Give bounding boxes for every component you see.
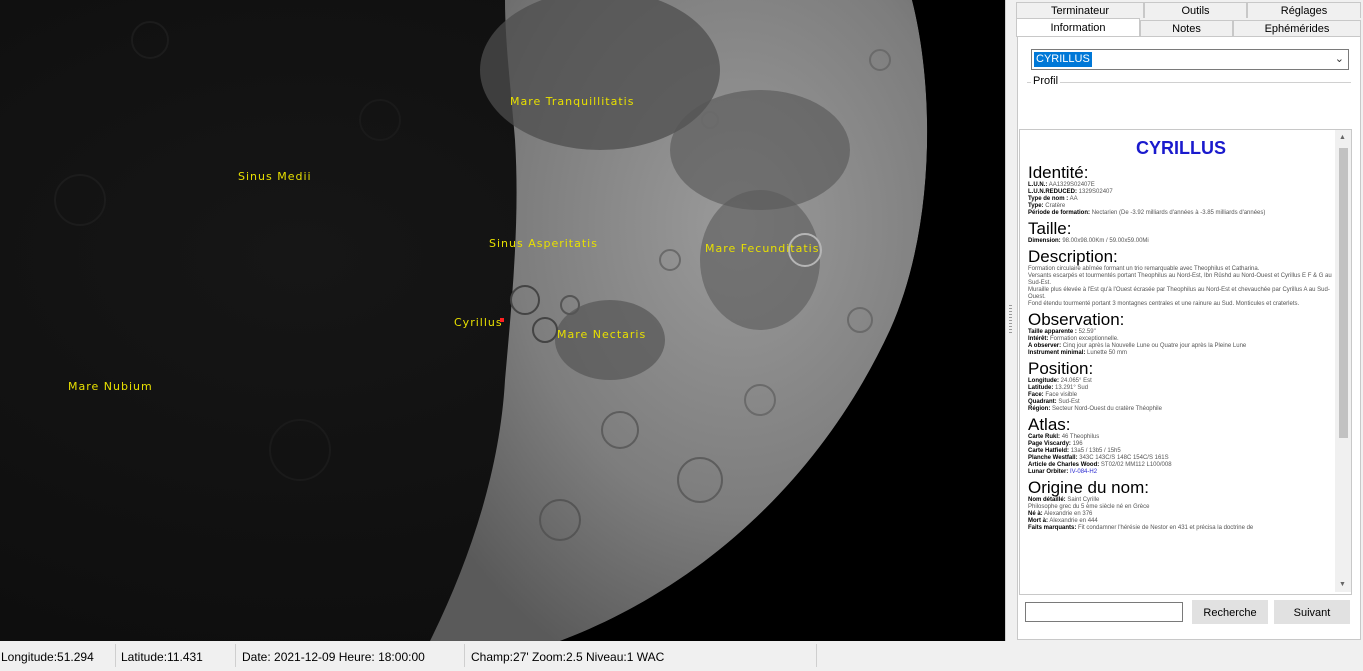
- search-input[interactable]: [1025, 602, 1183, 622]
- row-instrument: Instrument minimal: Lunette 50 mm: [1028, 350, 1128, 356]
- description-line-1: Formation circulaire abîmée formant un t…: [1028, 266, 1260, 272]
- description-line-4: Fond étendu tourmenté portant 3 montagne…: [1028, 301, 1300, 307]
- info-panel: Terminateur Outils Réglages Information …: [1015, 0, 1363, 641]
- row-lun-reduced: L.U.N.REDUCED: 1329S02407: [1028, 189, 1113, 195]
- info-scrollbar[interactable]: ▲ ▼: [1335, 130, 1351, 592]
- row-mort-a: Mort à: Alexandrie en 444: [1028, 518, 1098, 524]
- splitter-grip[interactable]: [1009, 305, 1012, 335]
- row-region: Région: Secteur Nord-Ouest du cratère Th…: [1028, 406, 1162, 412]
- formation-select-value: CYRILLUS: [1033, 51, 1093, 68]
- profil-group: Profil: [1027, 75, 1351, 129]
- row-page-viscardy: Page Viscardy: 196: [1028, 441, 1083, 447]
- selected-crater-marker: [500, 318, 504, 322]
- label-mare-nubium[interactable]: Mare Nubium: [68, 380, 153, 393]
- row-ne-a: Né à: Alexandrie en 376: [1028, 511, 1093, 517]
- row-carte-hatfield: Carte Hatfield: 13a5 / 13b5 / 15h5: [1028, 448, 1121, 454]
- row-planche-westfall: Planche Westfall: 343C 143C/S 148C 154C/…: [1028, 455, 1169, 461]
- scrollbar-thumb[interactable]: [1339, 148, 1348, 438]
- description-line-3: Muraille plus élevée à l'Est qu'à l'Oues…: [1028, 287, 1330, 300]
- status-datetime: Date: 2021-12-09 Heure: 18:00:00: [241, 644, 465, 667]
- profil-label: Profil: [1031, 75, 1061, 87]
- row-interet: Intérêt: Formation exceptionnelle.: [1028, 336, 1119, 342]
- row-quadrant: Quadrant: Sud-Est: [1028, 399, 1080, 405]
- scroll-up-icon[interactable]: ▲: [1339, 134, 1346, 141]
- label-mare-tranquillitatis[interactable]: Mare Tranquillitatis: [510, 95, 634, 108]
- tab-reglages[interactable]: Réglages: [1247, 2, 1361, 18]
- row-faits-marquants: Faits marquants: Fit condamner l'hérésie…: [1028, 525, 1254, 531]
- formation-info-view[interactable]: CYRILLUS Identité: L.U.N.: AA1329S02407E…: [1019, 129, 1352, 595]
- label-cyrillus[interactable]: Cyrillus: [454, 316, 503, 329]
- heading-description: Description:: [1028, 247, 1118, 266]
- row-face: Face: Face visible: [1028, 392, 1078, 398]
- label-sinus-asperitatis[interactable]: Sinus Asperitatis: [489, 237, 598, 250]
- scroll-down-icon[interactable]: ▼: [1339, 581, 1346, 588]
- row-charles-wood: Article de Charles Wood: ST02/02 MM112 L…: [1028, 462, 1172, 468]
- heading-identite: Identité:: [1028, 163, 1089, 182]
- heading-taille: Taille:: [1028, 219, 1072, 238]
- row-taille-apparente: Taille apparente : 52.59": [1028, 329, 1096, 335]
- heading-atlas: Atlas:: [1028, 415, 1071, 434]
- chevron-down-icon[interactable]: ⌄: [1335, 52, 1344, 65]
- tab-ephemerides[interactable]: Ephémérides: [1233, 20, 1361, 36]
- status-longitude: Longitude:51.294: [0, 644, 116, 667]
- next-button[interactable]: Suivant: [1274, 600, 1350, 624]
- tab-outils[interactable]: Outils: [1144, 2, 1247, 18]
- label-sinus-medii[interactable]: Sinus Medii: [238, 170, 312, 183]
- row-latitude: Latitude: 13.291° Sud: [1028, 385, 1089, 391]
- heading-origine: Origine du nom:: [1028, 478, 1149, 497]
- status-view: Champ:27' Zoom:2.5 Niveau:1 WAC: [470, 644, 817, 667]
- lunar-orbiter-link[interactable]: IV-084-H2: [1070, 469, 1097, 475]
- row-periode: Période de formation: Nectarien (De -3.9…: [1028, 210, 1266, 216]
- tab-information[interactable]: Information: [1016, 18, 1140, 37]
- label-mare-fecunditatis[interactable]: Mare Fecunditatis: [705, 242, 819, 255]
- status-bar: Longitude:51.294 Latitude:11.431 Date: 2…: [0, 644, 1363, 671]
- search-button[interactable]: Recherche: [1192, 600, 1268, 624]
- heading-observation: Observation:: [1028, 310, 1125, 329]
- row-type: Type: Cratère: [1028, 203, 1066, 209]
- description-line-2: Versants escarpés et tourmentés portant …: [1028, 273, 1332, 286]
- status-latitude: Latitude:11.431: [120, 644, 236, 667]
- tab-notes[interactable]: Notes: [1140, 20, 1233, 36]
- row-lun: L.U.N.: AA1329S02407E: [1028, 182, 1095, 188]
- row-carte-rukl: Carte Rukl: 46 Theophilus: [1028, 434, 1100, 440]
- row-type-nom: Type de nom : AA: [1028, 196, 1078, 202]
- row-dimension: Dimension: 98.00x98.00Km / 59.00x59.00Mi: [1028, 238, 1149, 244]
- heading-position: Position:: [1028, 359, 1094, 378]
- row-nom-detaille: Nom détaillé: Saint Cyrille: [1028, 497, 1100, 503]
- information-tab-content: CYRILLUS ⌄ Profil CYRILLUS Identité: L.U…: [1017, 36, 1361, 640]
- row-origine-desc: Philosophe grec du 5 ème siècle né en Gr…: [1028, 504, 1150, 510]
- formation-select[interactable]: CYRILLUS ⌄: [1031, 49, 1349, 70]
- row-a-observer: A observer: Cinq jour après la Nouvelle …: [1028, 343, 1247, 349]
- formation-title: CYRILLUS: [1136, 138, 1226, 158]
- row-longitude: Longitude: 24.065° Est: [1028, 378, 1092, 384]
- label-mare-nectaris[interactable]: Mare Nectaris: [557, 328, 646, 341]
- moon-view[interactable]: Mare Tranquillitatis Sinus Medii Sinus A…: [0, 0, 1005, 641]
- tab-terminateur[interactable]: Terminateur: [1016, 2, 1144, 18]
- row-lunar-orbiter: Lunar Orbiter: IV-084-H2: [1028, 469, 1098, 475]
